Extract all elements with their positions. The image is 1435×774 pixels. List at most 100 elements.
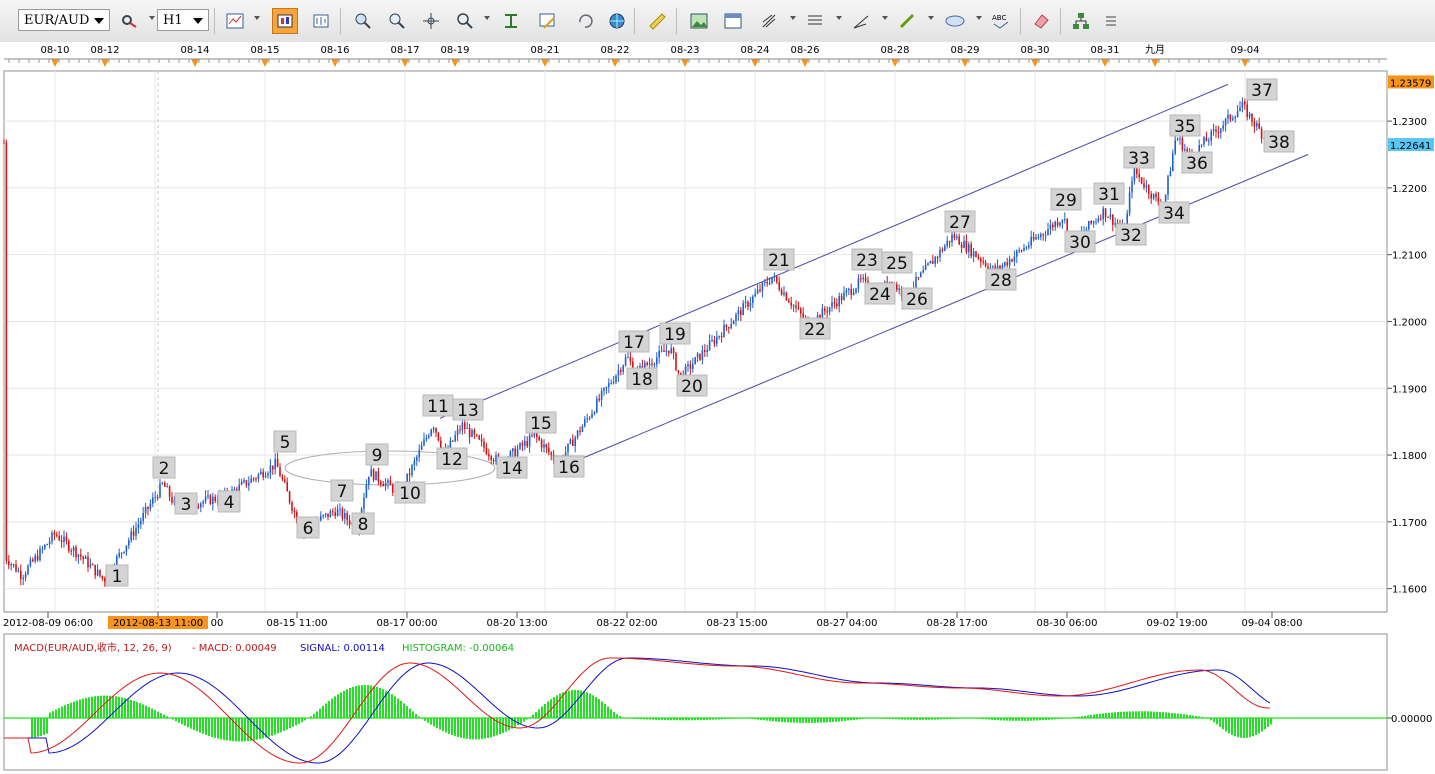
magnifier-button[interactable] <box>452 8 478 34</box>
top-date-label: 08-31 <box>1090 45 1119 56</box>
mark-settings-button[interactable] <box>117 8 143 34</box>
macd-histogram-bar <box>418 716 420 718</box>
candle-body <box>240 481 243 485</box>
macd-histogram-bar <box>526 718 528 720</box>
candle-body <box>348 520 351 525</box>
macd-histogram-bar <box>70 702 72 718</box>
fib-tool-button[interactable] <box>756 8 782 34</box>
macd-histogram-bar <box>34 718 36 738</box>
macd-histogram-bar <box>892 718 894 720</box>
candle-body <box>963 240 965 248</box>
macd-histogram-bar <box>235 718 237 742</box>
macd-histogram-bar <box>904 718 906 720</box>
candle-body <box>821 308 824 319</box>
image-button[interactable] <box>686 8 712 34</box>
macd-histogram-bar <box>799 718 801 723</box>
candle-body <box>1179 138 1181 140</box>
candle-body <box>341 508 344 519</box>
lines-tool-button[interactable] <box>802 8 828 34</box>
price-label: 1.2100 <box>1392 251 1427 262</box>
fit-button[interactable] <box>498 8 524 34</box>
trendline-tool-button[interactable] <box>848 8 874 34</box>
macd-histogram-bar <box>577 690 579 718</box>
window-button[interactable] <box>720 8 746 34</box>
macd-histogram-bar <box>40 718 42 736</box>
top-date-label: 08-26 <box>790 45 819 56</box>
macd-histogram-bar <box>358 685 360 718</box>
candle-chart-button[interactable] <box>272 8 298 34</box>
refresh-button[interactable] <box>572 8 598 34</box>
macd-histogram-bar <box>532 714 534 718</box>
macd-histogram-bar <box>1243 718 1245 738</box>
candle-body <box>1227 114 1229 119</box>
candle-body <box>15 564 17 572</box>
candle-body <box>624 357 627 366</box>
caret-down-icon[interactable] <box>790 16 796 20</box>
crosshair-button[interactable] <box>418 8 444 34</box>
candle-body <box>972 251 975 257</box>
caret-down-icon[interactable] <box>836 16 842 20</box>
zoom-out-button[interactable] <box>384 8 410 34</box>
eraser-button[interactable] <box>1028 8 1054 34</box>
macd-histogram-bar <box>715 718 717 720</box>
caret-down-icon[interactable] <box>254 16 260 20</box>
candle-body <box>142 512 144 521</box>
abc-text-button[interactable]: ABC <box>988 8 1014 34</box>
candle-body <box>1061 219 1064 223</box>
chart-type-button[interactable] <box>222 8 248 34</box>
candle-body <box>56 534 58 536</box>
properties-button[interactable] <box>534 8 560 34</box>
tree-button[interactable] <box>1068 8 1094 34</box>
macd-histogram-bar <box>913 718 915 720</box>
candle-body <box>1215 129 1217 132</box>
caret-down-icon[interactable] <box>928 16 934 20</box>
macd-histogram-bar <box>880 718 882 719</box>
time-label: 08-15 11:00 <box>266 618 327 629</box>
candle-body <box>286 482 288 492</box>
zoom-in-button[interactable] <box>350 8 376 34</box>
candle-body <box>792 305 795 307</box>
macd-histogram-bar <box>1129 711 1131 718</box>
symbol-select[interactable]: EUR/AUD <box>18 9 110 31</box>
top-date-label: 08-21 <box>530 45 559 56</box>
macd-histogram-bar <box>1240 718 1242 738</box>
caret-down-icon[interactable] <box>882 16 888 20</box>
candle-body <box>1001 265 1004 269</box>
macd-histogram-bar <box>1021 718 1023 721</box>
candle-body <box>771 276 773 284</box>
bar-chart-button[interactable] <box>308 8 334 34</box>
macd-histogram-bar <box>622 717 624 718</box>
macd-histogram-bar <box>1078 716 1080 718</box>
ruler-button[interactable] <box>644 8 670 34</box>
candle-body <box>1016 250 1018 257</box>
caret-down-icon[interactable] <box>976 16 982 20</box>
timeframe-select[interactable]: H1 <box>157 9 209 31</box>
caret-down-icon[interactable] <box>149 16 155 20</box>
macd-histogram-bar <box>796 718 798 723</box>
candle-body <box>36 555 39 561</box>
top-date-label: 09-04 <box>1230 45 1259 56</box>
candle-body <box>939 249 941 258</box>
caret-down-icon[interactable] <box>484 16 490 20</box>
macd-zero-label: 0.00000 <box>1391 714 1432 725</box>
candle-body <box>365 484 368 498</box>
macd-histogram-bar <box>595 697 597 718</box>
candle-body <box>485 447 488 455</box>
macd-histogram-bar <box>808 718 810 723</box>
abc-text-icon: ABC <box>992 14 1009 29</box>
macd-histogram-bar <box>217 718 219 739</box>
histogram-value: HISTOGRAM: -0.00064 <box>402 643 514 654</box>
chart-area[interactable]: 08-10 08-12 08-14 08-15 08-16 08-17 08-19 08-21… <box>0 42 1435 774</box>
candle-body <box>749 302 752 307</box>
candle-body <box>291 502 293 511</box>
ellipse-tool-button[interactable] <box>942 8 968 34</box>
time-label: 2012-08-09 06:00 <box>3 618 93 629</box>
macd-histogram-bar <box>844 718 846 721</box>
candle-body <box>1260 128 1263 139</box>
pencil-tool-button[interactable] <box>894 8 920 34</box>
macd-histogram-bar <box>847 718 849 721</box>
globe-button[interactable] <box>604 8 630 34</box>
ruler-icon <box>649 13 666 30</box>
macd-histogram-bar <box>409 708 411 718</box>
menu-button[interactable] <box>1098 8 1124 34</box>
